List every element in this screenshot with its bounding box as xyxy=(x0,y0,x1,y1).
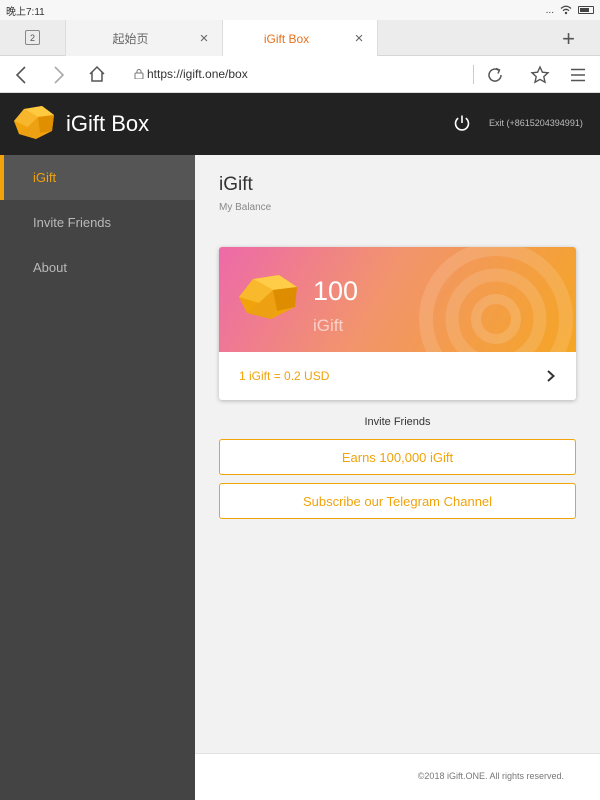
tab-title: iGift Box xyxy=(263,31,310,46)
earn-igift-button[interactable]: Earns 100,000 iGift xyxy=(219,439,576,475)
home-icon[interactable] xyxy=(88,65,106,83)
subscribe-telegram-button[interactable]: Subscribe our Telegram Channel xyxy=(219,483,576,519)
back-icon[interactable] xyxy=(14,64,28,86)
sidebar-item-label: iGift xyxy=(33,170,57,185)
tab-start-page[interactable]: 起始页 × xyxy=(65,20,222,56)
browser-tab-bar: 2 起始页 × iGift Box × + xyxy=(0,20,600,57)
app-title: iGift Box xyxy=(66,111,150,136)
balance-unit: iGift xyxy=(313,316,344,335)
swirl-decoration xyxy=(419,247,573,352)
toolbar-divider xyxy=(473,65,474,84)
copyright-text: ©2018 iGift.ONE. All rights reserved. xyxy=(417,771,564,781)
sidebar-item-label: About xyxy=(33,260,67,275)
address-bar: https://igift.one/box xyxy=(0,56,600,93)
new-tab-icon[interactable]: + xyxy=(562,26,575,52)
status-icons: ... xyxy=(546,5,594,16)
reload-icon[interactable] xyxy=(486,66,504,84)
tab-igift-box[interactable]: iGift Box × xyxy=(222,20,378,57)
exchange-rate-row[interactable]: 1 iGift = 0.2 USD xyxy=(219,352,576,400)
igift-gem-logo[interactable] xyxy=(10,103,58,141)
page-title: iGift xyxy=(219,174,253,195)
wifi-icon xyxy=(560,5,572,15)
sidebar-item-igift[interactable]: iGift xyxy=(0,155,195,200)
sidebar-item-label: Invite Friends xyxy=(33,215,112,230)
balance-value: 100 xyxy=(313,276,359,306)
sidebar-item-about[interactable]: About xyxy=(0,245,195,290)
sidebar-item-invite-friends[interactable]: Invite Friends xyxy=(0,200,195,245)
app-header: iGift Box Exit (+8615204394991) xyxy=(0,93,600,155)
status-time: 晚上7:11 xyxy=(6,6,45,18)
signal-dots: ... xyxy=(545,4,554,16)
lock-icon xyxy=(134,69,144,79)
page-subtitle: My Balance xyxy=(219,202,272,213)
bookmark-star-icon[interactable] xyxy=(530,65,550,85)
tab-count-button[interactable]: 2 xyxy=(25,30,40,45)
main-content: iGift My Balance 100 iGift 1 iGift = 0.2… xyxy=(195,155,600,800)
invite-friends-label: Invite Friends xyxy=(364,416,431,428)
tab-title: 起始页 xyxy=(112,31,149,46)
chevron-right-icon xyxy=(547,370,555,382)
close-tab-icon[interactable]: × xyxy=(195,30,213,47)
menu-icon[interactable] xyxy=(570,68,586,82)
screen: 晚上7:11 ... 2 起始页 × iGift Box × + https:/… xyxy=(0,0,600,800)
url-field[interactable]: https://igift.one/box xyxy=(147,67,248,81)
sidebar: iGift Invite Friends About xyxy=(0,155,195,800)
igift-gem-icon xyxy=(239,275,297,319)
footer: ©2018 iGift.ONE. All rights reserved. xyxy=(195,753,600,800)
forward-icon[interactable] xyxy=(52,64,66,86)
balance-card-banner: 100 iGift xyxy=(219,247,576,352)
exit-link[interactable]: Exit (+8615204394991) xyxy=(489,118,583,128)
exchange-rate-text: 1 iGift = 0.2 USD xyxy=(239,369,330,383)
close-tab-icon[interactable]: × xyxy=(350,30,368,47)
balance-card: 100 iGift 1 iGift = 0.2 USD xyxy=(219,247,576,400)
status-bar: 晚上7:11 ... xyxy=(0,0,600,20)
battery-icon xyxy=(578,6,594,14)
power-icon[interactable] xyxy=(452,113,472,133)
